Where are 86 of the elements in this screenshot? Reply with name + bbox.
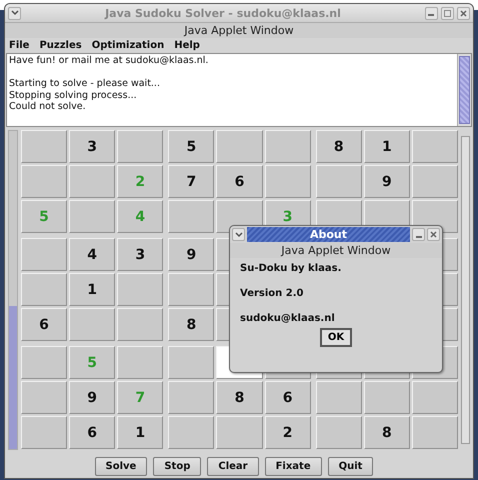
applet-banner: Java Applet Window <box>5 23 473 38</box>
sudoku-cell[interactable]: 7 <box>168 165 214 198</box>
window-menu-button[interactable] <box>8 6 21 20</box>
sudoku-cell[interactable] <box>216 416 263 449</box>
sudoku-cell[interactable] <box>21 130 68 163</box>
sudoku-cell[interactable] <box>21 238 68 271</box>
close-button[interactable] <box>427 228 440 241</box>
maximize-icon <box>444 10 451 16</box>
maximize-button[interactable] <box>440 6 454 20</box>
sudoku-cell[interactable]: 3 <box>69 130 116 163</box>
sudoku-cell[interactable]: 5 <box>168 130 214 163</box>
sudoku-cell[interactable]: 8 <box>316 130 362 163</box>
sudoku-cell[interactable] <box>69 165 116 198</box>
window-menu-button[interactable] <box>232 228 245 241</box>
menu-item[interactable]: File <box>9 40 30 51</box>
sudoku-cell[interactable] <box>412 165 458 198</box>
applet-banner: Java Applet Window <box>230 243 442 258</box>
action-button[interactable]: Solve <box>94 457 148 476</box>
sudoku-cell[interactable] <box>264 130 311 163</box>
close-icon <box>460 10 467 16</box>
sudoku-cell[interactable]: 9 <box>69 381 116 414</box>
sudoku-cell[interactable] <box>117 130 164 163</box>
log-line: Have fun! or mail me at sudoku@klaas.nl. <box>9 55 208 68</box>
sudoku-cell[interactable] <box>412 416 458 449</box>
minimize-button[interactable] <box>412 228 425 241</box>
menu-item[interactable]: Optimization <box>92 40 164 51</box>
sudoku-cell[interactable]: 2 <box>264 416 311 449</box>
sudoku-cell[interactable]: 4 <box>69 238 116 271</box>
sudoku-cell[interactable] <box>316 416 362 449</box>
menu-item[interactable]: Puzzles <box>39 40 82 51</box>
dialog-title: About <box>310 228 348 241</box>
log-line: Stopping solving process... <box>9 90 137 101</box>
sudoku-cell[interactable] <box>168 273 214 306</box>
chevron-icon <box>10 10 18 16</box>
sudoku-cell[interactable] <box>412 381 458 414</box>
sudoku-cell[interactable] <box>69 308 116 341</box>
chevron-icon <box>234 232 242 238</box>
sudoku-cell[interactable]: 6 <box>69 416 116 449</box>
sudoku-cell[interactable] <box>21 273 68 306</box>
sudoku-cell[interactable]: 6 <box>216 165 263 198</box>
action-button[interactable]: Fixate <box>264 457 322 476</box>
close-button[interactable] <box>456 6 470 20</box>
sudoku-cell[interactable]: 1 <box>364 130 410 163</box>
sudoku-cell[interactable]: 6 <box>264 381 311 414</box>
dialog-text: sudoku@klaas.nl <box>240 313 336 324</box>
action-button[interactable]: Quit <box>328 457 374 476</box>
window-title: Java Sudoku Solver - sudoku@klaas.nl <box>105 6 341 20</box>
sudoku-cell[interactable] <box>412 130 458 163</box>
minimize-button[interactable] <box>424 6 438 20</box>
ok-button[interactable]: OK <box>320 328 352 347</box>
sudoku-cell[interactable]: 9 <box>168 238 214 271</box>
sudoku-cell[interactable]: 6 <box>21 308 68 341</box>
action-button[interactable]: Clear <box>207 457 259 476</box>
sudoku-cell[interactable] <box>364 381 410 414</box>
sudoku-cell[interactable]: 1 <box>117 416 164 449</box>
log-area[interactable]: Have fun! or mail me at sudoku@klaas.nl. Starting to solve - please wait... Stopping solving process... Could not solve. <box>6 53 472 127</box>
sudoku-cell[interactable] <box>21 381 68 414</box>
dialog-text: Su-Doku by klaas. <box>240 263 342 274</box>
log-line: Could not solve. <box>9 101 86 112</box>
sudoku-cell[interactable] <box>117 273 164 306</box>
sudoku-cell[interactable] <box>21 416 68 449</box>
sudoku-cell[interactable] <box>316 381 362 414</box>
scrollbar[interactable] <box>461 136 470 444</box>
sudoku-cell[interactable]: 1 <box>69 273 116 306</box>
log-line: Starting to solve - please wait... <box>9 78 160 90</box>
sudoku-cell[interactable] <box>168 346 214 379</box>
sudoku-cell[interactable] <box>69 200 116 233</box>
sudoku-cell[interactable] <box>21 165 68 198</box>
sudoku-cell[interactable] <box>168 200 214 233</box>
sudoku-cell[interactable] <box>117 308 164 341</box>
sudoku-cell[interactable] <box>117 346 164 379</box>
dialog-text: Version 2.0 <box>240 288 304 299</box>
sudoku-cell[interactable] <box>21 346 68 379</box>
action-button[interactable]: Stop <box>153 457 202 476</box>
sudoku-cell[interactable]: 8 <box>364 416 410 449</box>
menu-item[interactable]: Help <box>174 40 200 51</box>
sudoku-cell[interactable] <box>216 130 263 163</box>
sudoku-cell[interactable] <box>168 381 214 414</box>
sudoku-cell[interactable]: 8 <box>216 381 263 414</box>
sudoku-cell[interactable]: 9 <box>364 165 410 198</box>
sudoku-cell[interactable]: 8 <box>168 308 214 341</box>
sudoku-cell[interactable] <box>168 416 214 449</box>
sudoku-cell[interactable]: 3 <box>117 238 164 271</box>
sudoku-cell[interactable] <box>264 165 311 198</box>
sudoku-cell[interactable] <box>316 165 362 198</box>
close-icon <box>430 231 437 238</box>
